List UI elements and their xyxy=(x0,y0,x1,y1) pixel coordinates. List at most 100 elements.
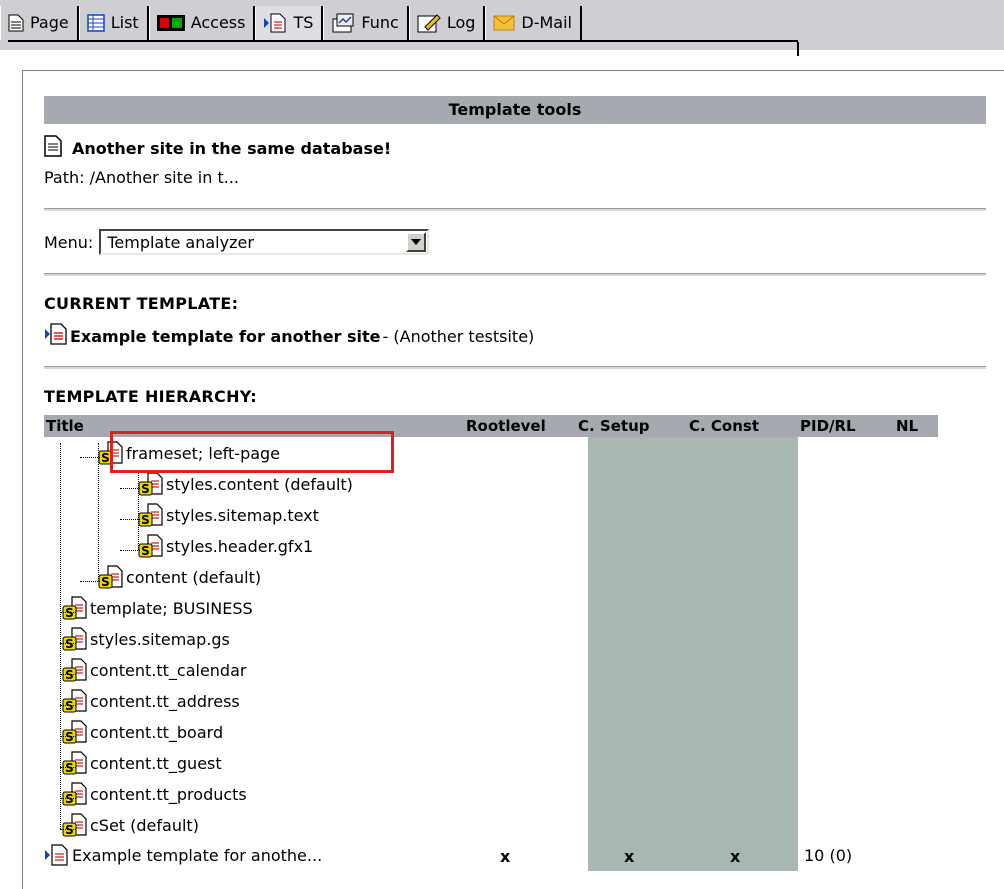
hierarchy-item[interactable]: Sstyles.header.gfx1 xyxy=(138,534,313,558)
page-title: Another site in the same database! xyxy=(72,138,392,158)
tab-access[interactable]: Access xyxy=(149,6,256,40)
current-template-link[interactable]: Example template for another site xyxy=(70,327,381,346)
module-tab-bar: Page List Access TS Func Log D-Mail xyxy=(0,0,1004,56)
dropdown-arrow-icon[interactable] xyxy=(406,232,427,252)
hierarchy-row-root[interactable]: Example template for anothe... x x x 10 (0) xyxy=(44,840,986,871)
hierarchy-item[interactable]: Stemplate; BUSINESS xyxy=(62,596,253,620)
hierarchy-row[interactable]: ScSet (default) xyxy=(44,809,986,840)
hierarchy-row[interactable]: Scontent.tt_guest xyxy=(44,747,986,778)
hierarchy-item[interactable]: Sstyles.content (default) xyxy=(138,472,353,496)
divider xyxy=(44,366,986,369)
hierarchy-item[interactable]: Sstyles.sitemap.gs xyxy=(62,627,230,651)
hierarchy-item[interactable]: Scontent.tt_guest xyxy=(62,751,222,775)
ts-setup-template-icon: S xyxy=(62,627,88,651)
ts-setup-template-icon: S xyxy=(138,503,164,527)
ts-setup-template-icon: S xyxy=(62,813,88,837)
hierarchy-row[interactable]: Scontent.tt_products xyxy=(44,778,986,809)
hierarchy-item-label: content.tt_board xyxy=(90,722,224,742)
hierarchy-item[interactable]: Sstyles.sitemap.text xyxy=(138,503,319,527)
cell-const: x xyxy=(730,847,741,866)
tab-page[interactable]: Page xyxy=(0,6,79,40)
tree-connector xyxy=(60,767,76,768)
mail-icon xyxy=(493,14,515,32)
svg-text:S: S xyxy=(65,637,74,651)
hierarchy-item-label: content (default) xyxy=(126,567,262,587)
tab-underline-end xyxy=(797,42,799,56)
list-icon xyxy=(86,14,105,32)
tree-connector xyxy=(60,443,61,829)
hierarchy-item[interactable]: ScSet (default) xyxy=(62,813,199,837)
tab-label: Page xyxy=(30,13,69,32)
template-doc-icon xyxy=(44,844,70,866)
hierarchy-row[interactable]: Scontent.tt_board xyxy=(44,716,986,747)
tree-connector xyxy=(60,829,76,830)
cell-rootlevel: x xyxy=(500,847,511,866)
tab-func[interactable]: Func xyxy=(323,6,409,40)
col-title: Title xyxy=(46,417,84,435)
page-path: Path: /Another site in t... xyxy=(44,168,239,187)
hierarchy-row[interactable]: Sstyles.sitemap.text xyxy=(44,499,986,530)
hierarchy-item-label: content.tt_guest xyxy=(90,753,222,773)
col-rootlevel: Rootlevel xyxy=(466,417,546,435)
divider xyxy=(44,273,986,276)
hierarchy-item-label: content.tt_address xyxy=(90,691,240,711)
ts-setup-template-icon: S xyxy=(138,534,164,558)
tree-connector xyxy=(60,798,76,799)
panel-title: Template tools xyxy=(44,96,986,124)
hierarchy-item[interactable]: Scontent.tt_board xyxy=(62,720,223,744)
template-hierarchy-heading: TEMPLATE HIERARCHY: xyxy=(44,387,257,406)
svg-text:S: S xyxy=(101,575,110,589)
ts-setup-template-icon: S xyxy=(98,565,124,589)
ts-setup-template-icon: S xyxy=(62,751,88,775)
hierarchy-item[interactable]: Scontent (default) xyxy=(98,565,261,589)
tab-list[interactable]: List xyxy=(79,6,149,40)
current-template-suffix: - (Another testsite) xyxy=(382,326,535,346)
hierarchy-item[interactable]: Example template for anothe... xyxy=(44,844,322,866)
ts-setup-template-icon: S xyxy=(62,782,88,806)
hierarchy-item[interactable]: Scontent.tt_products xyxy=(62,782,247,806)
ts-setup-template-icon: S xyxy=(138,472,164,496)
svg-text:S: S xyxy=(141,544,150,558)
hierarchy-row[interactable]: Stemplate; BUSINESS xyxy=(44,592,986,623)
menu-select[interactable]: Template analyzer xyxy=(99,229,430,255)
current-template-heading: CURRENT TEMPLATE: xyxy=(44,294,239,313)
template-tools-panel: Template tools Another site in the same … xyxy=(44,96,986,871)
hierarchy-item-label: styles.header.gfx1 xyxy=(166,536,314,556)
hierarchy-row[interactable]: Scontent (default) xyxy=(44,561,986,592)
hierarchy-item[interactable]: Scontent.tt_address xyxy=(62,689,240,713)
menu-selected-value: Template analyzer xyxy=(107,232,254,252)
tab-d-mail[interactable]: D-Mail xyxy=(485,6,582,40)
ts-setup-template-icon: S xyxy=(62,720,88,744)
hierarchy-row[interactable]: Scontent.tt_calendar xyxy=(44,654,986,685)
col-const: C. Const xyxy=(689,417,760,435)
hierarchy-item[interactable]: Scontent.tt_calendar xyxy=(62,658,246,682)
svg-text:S: S xyxy=(101,451,110,465)
tree-connector xyxy=(60,612,76,613)
hierarchy-row[interactable]: Sstyles.header.gfx1 xyxy=(44,530,986,561)
hierarchy-item-label: template; BUSINESS xyxy=(90,598,253,618)
current-template-row: Example template for another site - (Ano… xyxy=(44,322,986,350)
tab-ts[interactable]: TS xyxy=(255,6,324,40)
tab-label: TS xyxy=(293,13,314,32)
tree-connector xyxy=(60,736,76,737)
hierarchy-row[interactable]: Scontent.tt_address xyxy=(44,685,986,716)
svg-text:S: S xyxy=(65,730,74,744)
ts-template-icon xyxy=(263,13,287,33)
tree-connector xyxy=(120,550,140,551)
page-doc-icon xyxy=(44,135,62,161)
log-icon xyxy=(417,13,441,33)
page-title-row: Another site in the same database! xyxy=(44,134,986,162)
tab-label: Func xyxy=(361,13,399,32)
hierarchy-item-label: styles.sitemap.text xyxy=(166,505,319,525)
hierarchy-item-label: content.tt_calendar xyxy=(90,660,247,680)
tab-label: Access xyxy=(190,13,246,32)
hierarchy-item-label: cSet (default) xyxy=(90,815,199,835)
tree-connector xyxy=(138,472,139,550)
hierarchy-row[interactable]: Sstyles.sitemap.gs xyxy=(44,623,986,654)
col-nl: NL xyxy=(896,417,919,435)
menu-label: Menu: xyxy=(44,232,94,252)
page-icon xyxy=(8,14,24,32)
tab-log[interactable]: Log xyxy=(409,6,486,40)
func-icon xyxy=(331,13,355,33)
selection-highlight-box xyxy=(110,431,394,473)
